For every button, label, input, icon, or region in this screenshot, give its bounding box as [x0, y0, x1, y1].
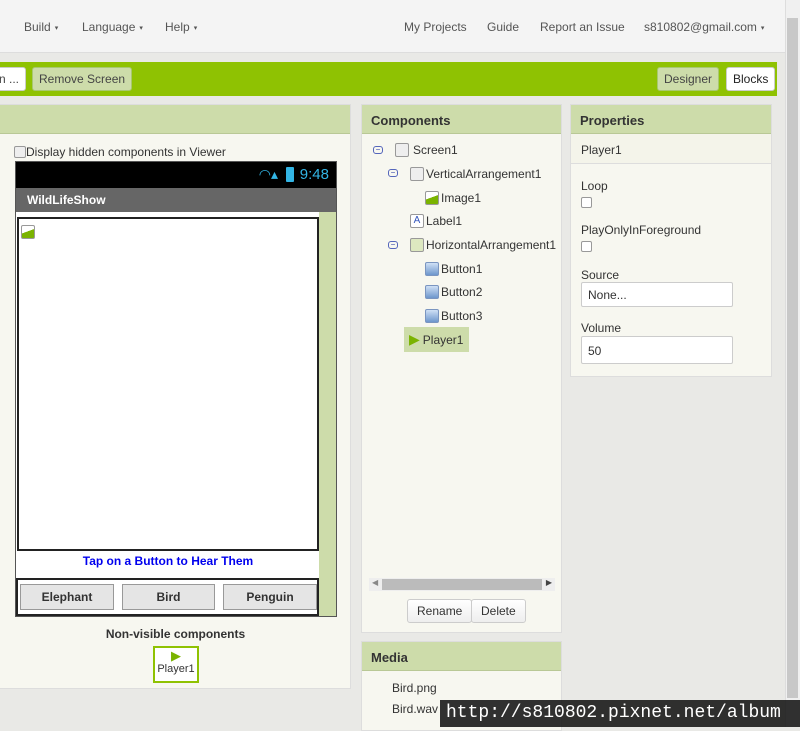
menu-build-label: Build — [24, 20, 51, 34]
page-scrollbar-thumb[interactable] — [787, 18, 798, 698]
scroll-left-icon[interactable]: ◀ — [372, 578, 378, 587]
tree-item-label: Button2 — [441, 285, 483, 299]
chevron-down-icon: ▾ — [54, 24, 59, 32]
image-icon — [425, 191, 439, 205]
source-label: Source — [581, 268, 620, 282]
tree-item-label: Image1 — [441, 191, 482, 205]
volume-input[interactable]: 50 — [581, 336, 733, 364]
tree-item-label: HorizontalArrangement1 — [426, 238, 557, 252]
viewer-header — [0, 105, 350, 134]
link-report-issue[interactable]: Report an Issue — [540, 20, 625, 34]
tree-item-player1[interactable]: ▶ Player1 — [404, 327, 469, 352]
designer-button[interactable]: Designer — [657, 67, 720, 91]
tree-item-horizontalarrangement1[interactable]: HorizontalArrangement1 — [410, 238, 556, 252]
phone-clock: 9:48 — [299, 166, 329, 183]
image1-placeholder[interactable] — [17, 217, 319, 551]
elephant-button[interactable]: Elephant — [20, 584, 114, 610]
play-only-foreground-label: PlayOnlyInForeground — [581, 223, 702, 237]
properties-panel: Properties Player1 Loop PlayOnlyInForegr… — [570, 104, 772, 377]
link-my-projects[interactable]: My Projects — [404, 20, 467, 34]
chevron-down-icon: ▾ — [139, 24, 143, 32]
horizontal-arrangement-icon — [410, 238, 424, 252]
remove-screen-button[interactable]: Remove Screen — [32, 67, 133, 91]
menu-help-label: Help — [165, 20, 190, 34]
screen-icon — [395, 143, 409, 157]
tree-item-label: VerticalArrangement1 — [426, 167, 542, 181]
selected-component-name: Player1 — [571, 134, 771, 164]
tree-item-image1[interactable]: Image1 — [425, 191, 481, 205]
menu-language[interactable]: Language ▾ — [82, 20, 143, 34]
volume-label: Volume — [581, 321, 622, 335]
hidden-components-toggle[interactable]: Display hidden components in Viewer — [14, 145, 226, 159]
media-header: Media — [362, 642, 561, 671]
source-picker[interactable]: None... — [581, 282, 733, 307]
tree-item-button2[interactable]: Button2 — [425, 285, 482, 299]
penguin-button[interactable]: Penguin — [223, 584, 317, 610]
tree-item-label: Label1 — [426, 214, 463, 228]
menu-language-label: Language — [82, 20, 136, 34]
player-icon: ▶ — [171, 648, 181, 663]
loop-checkbox[interactable] — [581, 197, 592, 208]
tree-item-label: Button1 — [441, 262, 483, 276]
designer-toolbar: n ... Remove Screen Designer Blocks — [0, 62, 777, 96]
hidden-components-checkbox[interactable] — [14, 146, 26, 158]
chevron-down-icon: ▾ — [760, 24, 765, 32]
scrollbar-thumb[interactable] — [382, 579, 542, 590]
collapse-icon[interactable]: − — [388, 169, 398, 177]
phone-status-bar: ◠▴ 9:48 — [16, 162, 336, 188]
chevron-down-icon: ▾ — [193, 24, 198, 32]
button-icon — [425, 309, 439, 323]
app-title-bar: WildLifeShow — [16, 188, 336, 212]
delete-button[interactable]: Delete — [471, 599, 526, 623]
nonvisible-components-title: Non-visible components — [105, 627, 246, 641]
components-header: Components — [362, 105, 561, 134]
loop-label: Loop — [581, 179, 608, 193]
tree-item-label1[interactable]: A Label1 — [410, 214, 462, 228]
player1-label: Player1 — [157, 663, 195, 675]
button-icon — [425, 285, 439, 299]
tree-item-label: Player1 — [422, 332, 464, 347]
tree-horizontal-scrollbar[interactable]: ◀ ▶ — [369, 578, 555, 591]
phone-preview: ◠▴ 9:48 WildLifeShow Tap on a Button to … — [15, 161, 337, 617]
label1-text[interactable]: Tap on a Button to Hear Them — [17, 554, 319, 568]
hidden-components-label: Display hidden components in Viewer — [26, 145, 226, 159]
tree-item-label: Screen1 — [413, 143, 458, 157]
button-icon — [425, 262, 439, 276]
menu-build[interactable]: Build ▾ — [24, 20, 58, 34]
tree-item-screen1[interactable]: Screen1 — [395, 143, 458, 157]
add-screen-button[interactable]: n ... — [0, 67, 27, 91]
properties-header: Properties — [571, 105, 771, 134]
battery-icon — [286, 167, 294, 182]
collapse-icon[interactable]: − — [373, 146, 383, 154]
tree-item-button1[interactable]: Button1 — [425, 262, 482, 276]
image-icon — [21, 225, 35, 239]
menu-help[interactable]: Help ▾ — [165, 20, 197, 34]
tree-item-button3[interactable]: Button3 — [425, 309, 482, 323]
nonvisible-player1[interactable]: ▶ Player1 — [153, 646, 199, 683]
tree-item-label: Button3 — [441, 309, 483, 323]
components-panel: Components − Screen1 − VerticalArrangeme… — [361, 104, 562, 633]
media-file[interactable]: Bird.png — [392, 681, 437, 695]
wifi-signal-icon: ◠▴ — [258, 166, 278, 182]
vertical-arrangement-icon — [410, 167, 424, 181]
link-guide[interactable]: Guide — [487, 20, 519, 34]
account-email: s810802@gmail.com — [644, 20, 757, 34]
tree-item-verticalarrangement1[interactable]: VerticalArrangement1 — [410, 167, 541, 181]
bird-button[interactable]: Bird — [122, 584, 215, 610]
horizontal-arrangement1[interactable]: Elephant Bird Penguin — [16, 578, 319, 616]
watermark-url: http://s810802.pixnet.net/album — [440, 700, 800, 727]
blocks-button[interactable]: Blocks — [726, 67, 776, 91]
top-nav-bar: Build ▾ Language ▾ Help ▾ My Projects Guide… — [0, 0, 785, 53]
label-icon: A — [410, 214, 424, 228]
player-icon: ▶ — [409, 331, 420, 347]
screen-scroll-strip — [319, 212, 336, 616]
rename-button[interactable]: Rename — [407, 599, 473, 623]
scroll-right-icon[interactable]: ▶ — [546, 578, 552, 587]
viewer-panel: Display hidden components in Viewer ◠▴ 9… — [0, 104, 351, 689]
media-file[interactable]: Bird.wav — [392, 702, 438, 716]
account-menu[interactable]: s810802@gmail.com ▾ — [644, 20, 764, 34]
play-only-foreground-checkbox[interactable] — [581, 241, 592, 252]
collapse-icon[interactable]: − — [388, 241, 398, 249]
